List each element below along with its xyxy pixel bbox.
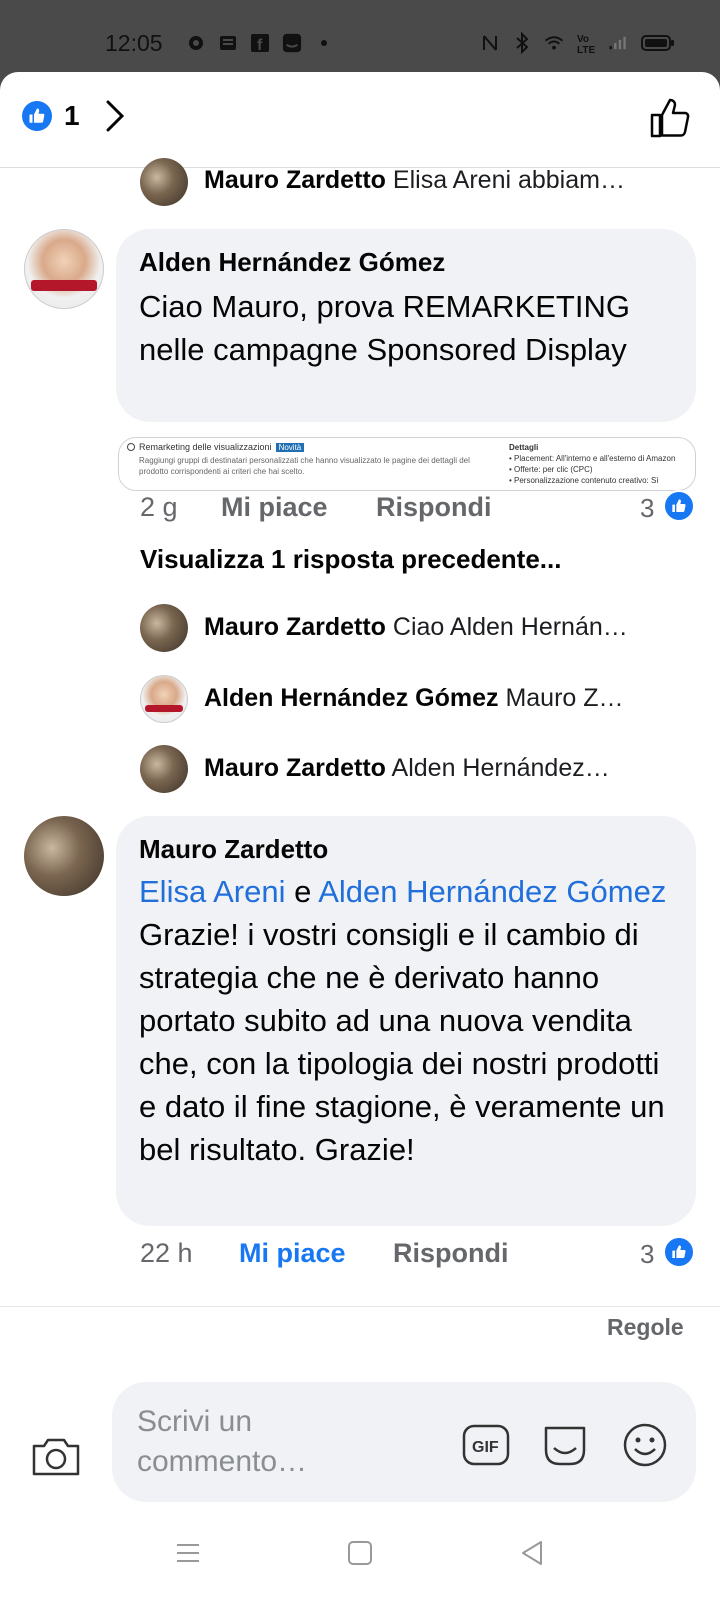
reply-row[interactable]: Mauro Zardetto Ciao Alden Hernán… — [204, 613, 694, 642]
mention-connector: e — [285, 874, 319, 909]
svg-text:Vo: Vo — [577, 34, 589, 45]
sticker-icon[interactable] — [540, 1420, 590, 1470]
amazon-icon — [282, 33, 302, 53]
nfc-icon — [480, 33, 500, 53]
comment-time: 2 g — [140, 492, 178, 522]
menu-icon[interactable] — [173, 1538, 203, 1568]
avatar[interactable] — [140, 604, 188, 652]
reply-button[interactable]: Rispondi — [376, 492, 492, 523]
avatar[interactable] — [140, 745, 188, 793]
reaction-count[interactable]: 3 — [640, 493, 654, 524]
gear-icon — [186, 33, 206, 53]
comment-time: 22 h — [140, 1238, 193, 1268]
reactions-header: 1 — [0, 72, 720, 168]
comment-bubble[interactable]: Mauro Zardetto Elisa Areni e Alden Herná… — [116, 816, 696, 1226]
divider — [0, 1306, 720, 1307]
comment-text: Elisa Areni e Alden Hernández Gómez Graz… — [139, 870, 679, 1171]
bluetooth-icon — [512, 32, 532, 54]
battery-icon — [640, 33, 676, 53]
status-bar: 12:05 f Vo LTE — [0, 0, 720, 80]
gif-icon[interactable]: GIF — [461, 1420, 511, 1470]
home-icon[interactable] — [345, 1538, 375, 1568]
reply-snippet: Ciao Alden Hernán… — [392, 613, 628, 641]
like-button[interactable]: Mi piace — [221, 492, 328, 523]
avatar[interactable] — [140, 158, 188, 206]
reply-author[interactable]: Alden Hernández Gómez — [204, 684, 499, 712]
reply-snippet: Mauro Z… — [505, 684, 624, 712]
mention-link[interactable]: Alden Hernández Gómez — [318, 874, 666, 909]
dot-icon — [314, 33, 334, 53]
system-nav-bar — [0, 1508, 720, 1600]
comment-attachment-image[interactable]: Remarketing delle visualizzazioni Novità … — [118, 437, 696, 491]
comment-input[interactable]: Scrivi un commento… GIF — [112, 1382, 696, 1502]
attachment-title: Remarketing delle visualizzazioni — [139, 442, 272, 452]
comment-actions: 2 g Mi piace Rispondi — [140, 492, 560, 528]
attachment-detail: • Personalizzazione contenuto creativo: … — [509, 476, 659, 485]
reply-author[interactable]: Mauro Zardetto — [204, 754, 386, 782]
reply-button[interactable]: Rispondi — [393, 1238, 509, 1269]
status-time: 12:05 — [105, 30, 163, 56]
avatar[interactable] — [24, 816, 104, 896]
reply-author[interactable]: Mauro Zardetto — [204, 166, 386, 194]
comment-author[interactable]: Mauro Zardetto — [139, 834, 328, 865]
chevron-right-icon[interactable] — [100, 98, 128, 134]
like-button[interactable]: Mi piace — [239, 1238, 346, 1269]
reply-author[interactable]: Mauro Zardetto — [204, 613, 386, 641]
view-previous-replies-link[interactable]: Visualizza 1 risposta precedente... — [140, 544, 561, 575]
thumbs-up-icon[interactable] — [648, 96, 692, 140]
comment-placeholder: Scrivi un commento… — [137, 1405, 308, 1478]
comment-actions: 22 h Mi piace Rispondi — [140, 1238, 560, 1274]
avatar[interactable] — [24, 229, 104, 309]
reply-row[interactable]: Mauro Zardetto Alden Hernández… — [204, 754, 694, 783]
comment-text: Ciao Mauro, prova REMARKETING nelle camp… — [139, 289, 630, 367]
svg-text:LTE: LTE — [577, 45, 595, 54]
comment-bubble[interactable]: Alden Hernández Gómez Ciao Mauro, prova … — [116, 229, 696, 422]
attachment-detail: • Placement: All'interno e all'esterno d… — [509, 454, 676, 463]
svg-text:f: f — [257, 37, 263, 53]
back-icon[interactable] — [517, 1538, 547, 1568]
attachment-body: Raggiungi gruppi di destinatari personal… — [139, 456, 470, 476]
reaction-count[interactable]: 1 — [64, 100, 80, 132]
emoji-icon[interactable] — [620, 1420, 670, 1470]
comments-sheet: 1 Mauro Zardetto Elisa Areni abbiam… Ald… — [0, 72, 720, 1600]
volte-icon: Vo LTE — [576, 33, 596, 54]
reply-snippet: Elisa Areni abbiam… — [392, 166, 625, 194]
attachment-detail: • Offerte: per clic (CPC) — [509, 465, 593, 474]
like-reaction-icon[interactable] — [663, 490, 695, 522]
wifi-icon — [544, 33, 564, 53]
attachment-badge: Novità — [275, 443, 305, 452]
camera-icon[interactable] — [30, 1434, 82, 1478]
mention-link[interactable]: Elisa Areni — [139, 874, 285, 909]
signal-icon — [608, 33, 628, 53]
facebook-icon: f — [250, 33, 270, 53]
reply-row[interactable]: Alden Hernández Gómez Mauro Z… — [204, 684, 694, 713]
news-icon — [218, 33, 238, 53]
reply-snippet: Alden Hernández… — [391, 754, 610, 782]
avatar[interactable] — [140, 675, 188, 723]
reply-row[interactable]: Mauro Zardetto Elisa Areni abbiam… — [204, 166, 694, 195]
gif-label: GIF — [472, 1439, 499, 1456]
comment-body: Grazie! i vostri consigli e il cambio di… — [139, 917, 665, 1167]
like-reaction-icon[interactable] — [663, 1236, 695, 1268]
like-reaction-icon[interactable] — [22, 101, 52, 131]
rules-link[interactable]: Regole — [607, 1314, 684, 1341]
comment-author[interactable]: Alden Hernández Gómez — [139, 247, 445, 278]
reaction-count[interactable]: 3 — [640, 1239, 654, 1270]
attachment-right-title: Dettagli — [509, 443, 539, 452]
